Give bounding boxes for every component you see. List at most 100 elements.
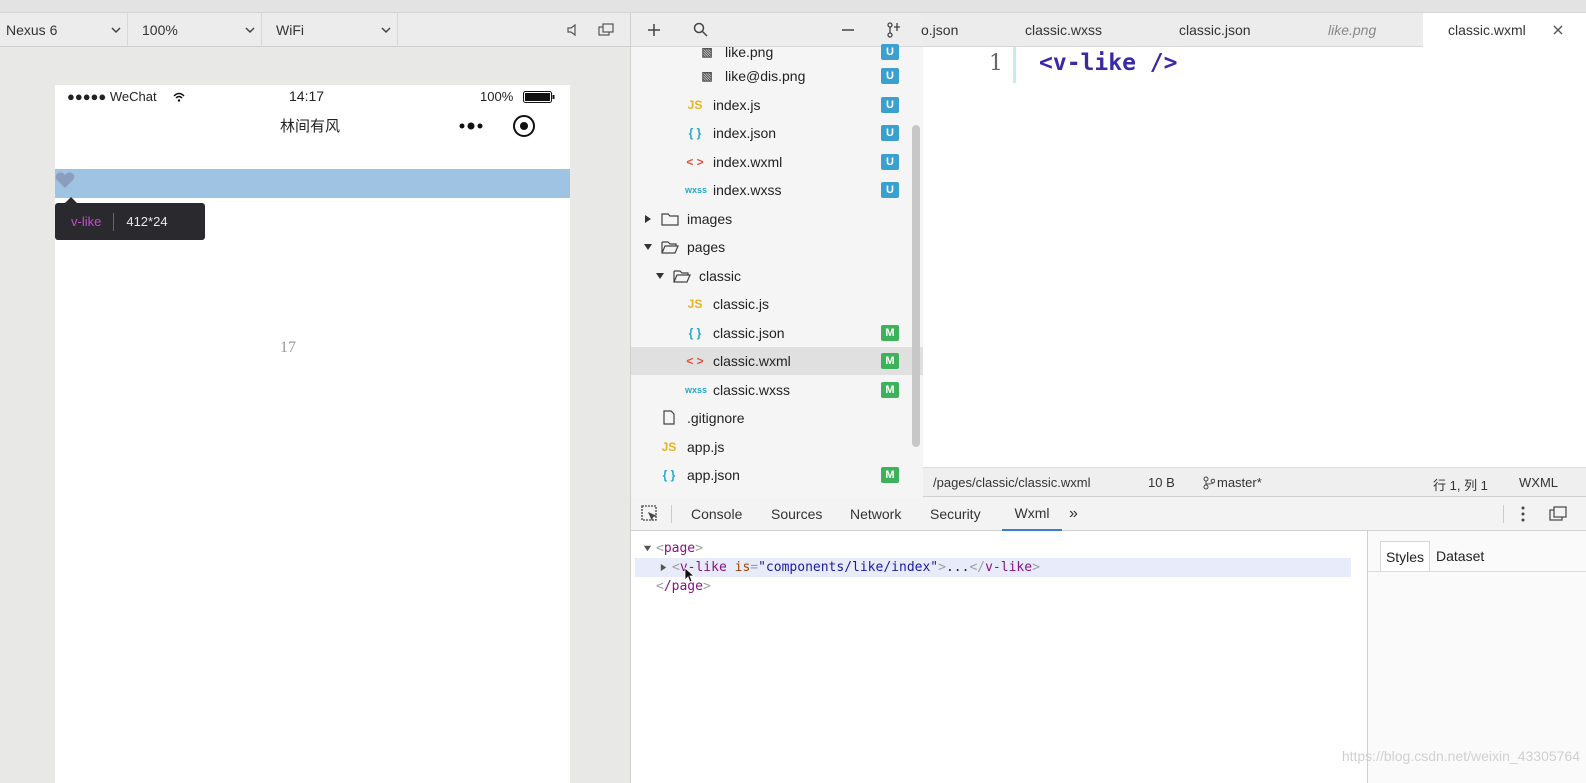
js-file-icon: JS xyxy=(661,440,677,454)
tree-row[interactable]: ▧ like.png U xyxy=(631,42,924,62)
tree-row-label: classic.js xyxy=(713,296,770,312)
tab-network[interactable]: Network xyxy=(850,497,901,531)
tab-label: Wxml xyxy=(1014,505,1050,521)
tree-row[interactable]: JS index.js U xyxy=(631,91,924,119)
more-tabs-button[interactable]: » xyxy=(1069,497,1078,531)
top-strip xyxy=(0,0,1586,13)
tab-dataset[interactable]: Dataset xyxy=(1436,541,1484,571)
status-badge: U xyxy=(881,154,899,170)
js-file-icon: JS xyxy=(687,98,703,112)
code-line: <v-like /> xyxy=(1039,50,1178,76)
more-dots-icon[interactable] xyxy=(457,121,487,131)
tree-row[interactable]: { } app.json M xyxy=(631,461,924,489)
tree-scrollbar[interactable] xyxy=(912,125,920,447)
tree-row-label: index.json xyxy=(713,125,777,141)
tooltip-divider xyxy=(113,212,115,231)
chevron-down-icon xyxy=(111,27,121,34)
tab-classic-wxss[interactable]: classic.wxss xyxy=(1025,13,1135,47)
tree-row-label: classic.wxss xyxy=(713,382,791,398)
branch-options-icon[interactable] xyxy=(885,21,903,39)
divider xyxy=(1503,505,1504,523)
inspect-element-icon[interactable] xyxy=(641,505,659,523)
tab-classic-wxml[interactable]: classic.wxml xyxy=(1423,13,1586,47)
git-branch[interactable]: master* xyxy=(1217,475,1262,490)
tab-security[interactable]: Security xyxy=(930,497,981,531)
status-badge: M xyxy=(881,467,899,483)
tree-row-label: classic xyxy=(699,268,742,284)
caret-right-icon[interactable] xyxy=(643,214,653,224)
add-icon[interactable] xyxy=(647,23,661,37)
language-mode[interactable]: WXML xyxy=(1519,475,1558,490)
device-select-value: Nexus 6 xyxy=(6,22,58,38)
caret-down-icon[interactable] xyxy=(655,271,665,281)
tree-row-label: like.png xyxy=(725,44,774,60)
code-editor[interactable]: 1 <v-like /> xyxy=(923,47,1586,467)
file-icon xyxy=(663,410,675,425)
tab-sources[interactable]: Sources xyxy=(771,497,822,531)
tree-row-label: classic.wxml xyxy=(713,353,791,369)
status-badge: M xyxy=(881,382,899,398)
tab-json[interactable]: o.json xyxy=(921,13,993,47)
tree-row[interactable]: .gitignore xyxy=(631,404,924,432)
simulator-toolbar: Nexus 6 100% WiFi xyxy=(0,13,630,47)
folder-open-icon xyxy=(661,241,679,254)
file-size: 10 B xyxy=(1148,475,1175,490)
image-icon: ▧ xyxy=(701,45,713,59)
tab-classic-json[interactable]: classic.json xyxy=(1179,13,1289,47)
tree-row[interactable]: JS classic.js xyxy=(631,290,924,318)
tree-row[interactable]: { } index.json U xyxy=(631,119,924,147)
tab-styles[interactable]: Styles xyxy=(1380,541,1430,571)
network-select[interactable]: WiFi xyxy=(270,13,398,47)
tab-label: Dataset xyxy=(1436,548,1485,564)
tree-row[interactable]: classic xyxy=(631,262,924,290)
tab-console[interactable]: Console xyxy=(691,497,742,531)
zoom-select[interactable]: 100% xyxy=(136,13,262,47)
tree-row-label: images xyxy=(687,211,733,227)
cursor-position[interactable]: 行 1, 列 1 xyxy=(1433,475,1488,494)
simulator-panel: Nexus 6 100% WiFi ●●●●● WeChat 14:17 100… xyxy=(0,13,630,783)
wxml-node-page[interactable]: < page > xyxy=(643,539,703,558)
tree-row[interactable]: wxss classic.wxss M xyxy=(631,376,924,404)
close-capsule-icon[interactable] xyxy=(512,114,536,138)
volume-icon[interactable] xyxy=(566,23,580,37)
editor-status-bar: /pages/classic/classic.wxml 10 B master*… xyxy=(923,467,1586,497)
network-select-value: WiFi xyxy=(276,22,304,38)
heart-icon[interactable] xyxy=(55,171,75,189)
tree-row[interactable]: ▧ like@dis.png U xyxy=(631,62,924,90)
js-file-icon: JS xyxy=(687,297,703,311)
wxss-file-icon: wxss xyxy=(685,385,708,395)
tree-row-label: app.js xyxy=(687,439,725,455)
v-like-highlight[interactable] xyxy=(55,169,570,198)
device-select[interactable]: Nexus 6 xyxy=(0,13,128,47)
devtools-tab-bar: Console Sources Network Security Wxml » xyxy=(631,497,1586,531)
close-icon[interactable] xyxy=(1553,25,1563,35)
tab-wxml[interactable]: Wxml xyxy=(1002,497,1062,531)
tree-row[interactable]: < > index.wxml U xyxy=(631,148,924,176)
tree-row[interactable]: images xyxy=(631,205,924,233)
tree-row[interactable]: pages xyxy=(631,233,924,261)
caret-right-icon[interactable] xyxy=(659,563,668,572)
tree-row[interactable]: JS app.js xyxy=(631,433,924,461)
wxml-tag: v-like xyxy=(985,560,1033,575)
element-tooltip: v-like 412*24 xyxy=(55,203,205,240)
tree-row-selected[interactable]: < > classic.wxml M xyxy=(631,347,924,375)
folder-icon xyxy=(661,213,679,226)
battery-icon xyxy=(523,91,555,103)
tree-row-label: index.js xyxy=(713,97,761,113)
wifi-icon xyxy=(173,92,185,102)
tree-row-label: index.wxss xyxy=(713,182,782,198)
search-icon[interactable] xyxy=(693,22,708,37)
dock-side-icon[interactable] xyxy=(1549,506,1567,522)
wxml-file-icon: < > xyxy=(686,354,704,368)
tree-row[interactable]: { } classic.json M xyxy=(631,319,924,347)
caret-down-icon[interactable] xyxy=(643,242,653,252)
file-path: /pages/classic/classic.wxml xyxy=(933,475,1091,490)
collapse-icon[interactable] xyxy=(841,23,855,37)
tab-like-png[interactable]: like.png xyxy=(1328,13,1408,47)
caret-down-icon[interactable] xyxy=(643,544,652,553)
kebab-menu-icon[interactable] xyxy=(1521,506,1525,522)
wxml-node-v-like[interactable]: < v-like is = "components/like/index" >... </… xyxy=(635,558,1351,577)
phone-screen: ●●●●● WeChat 14:17 100% 林间有风 v-like 412*… xyxy=(55,85,570,783)
detach-window-icon[interactable] xyxy=(598,23,614,37)
tree-row[interactable]: wxss index.wxss U xyxy=(631,176,924,204)
